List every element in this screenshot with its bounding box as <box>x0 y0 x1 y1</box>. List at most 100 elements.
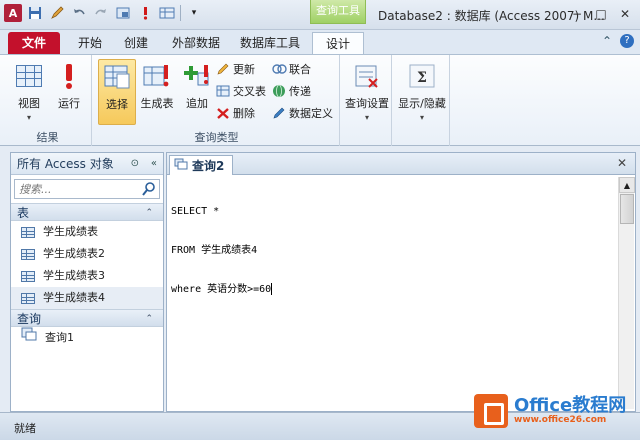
scroll-up-arrow-icon[interactable]: ▲ <box>619 177 635 193</box>
delete-x-icon <box>216 106 230 120</box>
delete-button[interactable]: 删除 <box>216 103 255 123</box>
append-label: 追加 <box>186 97 208 110</box>
crosstab-icon <box>216 84 230 98</box>
watermark-text: Office教程网 www.office26.com <box>514 395 627 426</box>
chevron-down-icon: ▾ <box>419 113 424 122</box>
tab-home[interactable]: 开始 <box>70 32 110 54</box>
globe-icon <box>272 84 286 98</box>
search-icon[interactable] <box>141 181 157 197</box>
help-icon[interactable]: ? <box>620 34 634 48</box>
query-type-group: 选择 生成表 追加 更新 交叉表 删除 联合 传递 数据定义 查询类型 <box>94 55 340 147</box>
nav-search-input[interactable] <box>15 180 135 198</box>
document-tab[interactable]: 查询2 <box>169 155 233 175</box>
tab-database-tools[interactable]: 数据库工具 <box>236 32 304 54</box>
save-icon[interactable] <box>26 4 44 22</box>
office-logo-icon <box>474 394 508 428</box>
union-button[interactable]: 联合 <box>272 59 311 79</box>
query-icon <box>21 327 37 349</box>
pencil-icon <box>216 62 230 76</box>
nav-item-table[interactable]: 学生成绩表2 <box>11 243 163 265</box>
passthrough-label: 传递 <box>289 85 311 98</box>
dropdown-circle-icon[interactable]: ⊙ <box>131 153 139 175</box>
text-cursor <box>271 283 273 295</box>
edit-icon[interactable] <box>48 4 66 22</box>
sigma-icon: Σ <box>407 61 437 91</box>
data-definition-button[interactable]: 数据定义 <box>272 103 333 123</box>
query-icon <box>174 158 188 173</box>
datasheet-view-icon <box>16 65 42 87</box>
sql-line: SELECT * <box>171 206 220 217</box>
scrollbar-thumb[interactable] <box>620 194 634 224</box>
vertical-scrollbar[interactable]: ▲ <box>618 177 635 409</box>
crosstab-button[interactable]: 交叉表 <box>216 81 266 101</box>
chevron-down-icon: ▾ <box>26 113 31 122</box>
make-table-button[interactable]: 生成表 <box>138 59 176 125</box>
qat-separator <box>180 5 181 21</box>
query-type-group-label: 查询类型 <box>194 131 239 144</box>
document-tab-label: 查询2 <box>192 159 225 173</box>
make-table-label: 生成表 <box>140 97 174 110</box>
close-icon[interactable]: ✕ <box>617 156 627 170</box>
select-query-button[interactable]: 选择 <box>98 59 136 125</box>
append-button[interactable]: 追加 <box>178 59 216 125</box>
tab-file[interactable]: 文件 <box>8 32 60 54</box>
nav-item-query[interactable]: 查询1 <box>11 327 163 349</box>
customize-icon[interactable]: ▾ <box>185 4 203 22</box>
table-icon <box>21 226 35 238</box>
collapse-section-icon[interactable]: ⌃ <box>145 204 153 222</box>
watermark-brand: Office教程网 <box>514 395 627 416</box>
tab-design[interactable]: 设计 <box>312 32 364 55</box>
make-table-icon <box>142 61 172 91</box>
collapse-pane-icon[interactable]: « <box>151 153 157 175</box>
nav-search-box <box>14 179 160 199</box>
minimize-button[interactable]: − <box>566 5 588 23</box>
nav-item-label: 学生成绩表4 <box>43 291 105 304</box>
access-app-icon[interactable]: A <box>4 4 22 22</box>
crosstab-label: 交叉表 <box>233 85 266 98</box>
collapse-ribbon-icon[interactable]: ⌃ <box>602 34 612 48</box>
status-text: 就绪 <box>14 422 36 435</box>
navigation-pane: 所有 Access 对象 ⊙ « 表 ⌃ 学生成绩表 学生成绩表2 学生成绩表3 <box>10 152 164 412</box>
nav-pane-title: 所有 Access 对象 <box>17 157 114 171</box>
nav-item-label: 学生成绩表 <box>43 225 98 238</box>
tab-external-data[interactable]: 外部数据 <box>166 32 226 54</box>
results-group-label: 结果 <box>36 131 59 144</box>
nav-item-table[interactable]: 学生成绩表4 <box>11 287 163 309</box>
table-icon[interactable] <box>158 4 176 22</box>
update-button[interactable]: 更新 <box>216 59 255 79</box>
redo-icon[interactable] <box>92 4 110 22</box>
run-button[interactable]: 运行 <box>50 59 88 125</box>
exclamation-icon <box>54 61 84 91</box>
nav-item-table[interactable]: 学生成绩表 <box>11 221 163 243</box>
close-button[interactable]: ✕ <box>614 5 636 23</box>
collapse-section-icon[interactable]: ⌃ <box>145 310 153 328</box>
document-tab-bar: 查询2 ✕ <box>167 153 635 175</box>
alert-icon[interactable] <box>136 4 154 22</box>
show-hide-label: 显示/隐藏 <box>398 97 446 110</box>
quick-access-toolbar: A ▾ <box>4 4 203 22</box>
window-controls: − □ ✕ <box>566 5 636 23</box>
view-button-label: 视图 <box>18 97 40 110</box>
nav-section-tables[interactable]: 表 ⌃ <box>11 203 163 221</box>
nav-item-table[interactable]: 学生成绩表3 <box>11 265 163 287</box>
query-setup-button[interactable]: 查询设置 ▾ <box>344 59 390 125</box>
union-label: 联合 <box>289 63 311 76</box>
nav-section-title: 查询 <box>17 312 42 326</box>
passthrough-button[interactable]: 传递 <box>272 81 311 101</box>
sql-editor[interactable]: SELECT * FROM 学生成绩表4 where 英语分数>=60 <box>169 179 615 411</box>
maximize-button[interactable]: □ <box>590 5 612 23</box>
query-setup-group: 查询设置 ▾ <box>342 55 392 147</box>
select-query-icon <box>102 62 132 92</box>
data-definition-icon <box>272 106 286 120</box>
contextual-tab-group-title: 查询工具 <box>310 0 366 24</box>
title-bar: A ▾ 查询工具 Database2 : 数据库 (Access 2007) M… <box>0 0 640 30</box>
tab-create[interactable]: 创建 <box>116 32 156 54</box>
undo-icon[interactable] <box>70 4 88 22</box>
nav-pane-header[interactable]: 所有 Access 对象 ⊙ « <box>11 153 163 175</box>
view-button[interactable]: 视图 ▾ <box>10 59 48 125</box>
view-icon[interactable] <box>114 4 132 22</box>
show-hide-button[interactable]: Σ 显示/隐藏 ▾ <box>396 59 448 125</box>
nav-section-queries[interactable]: 查询 ⌃ <box>11 309 163 327</box>
delete-label: 删除 <box>233 107 255 120</box>
append-icon <box>182 61 212 91</box>
